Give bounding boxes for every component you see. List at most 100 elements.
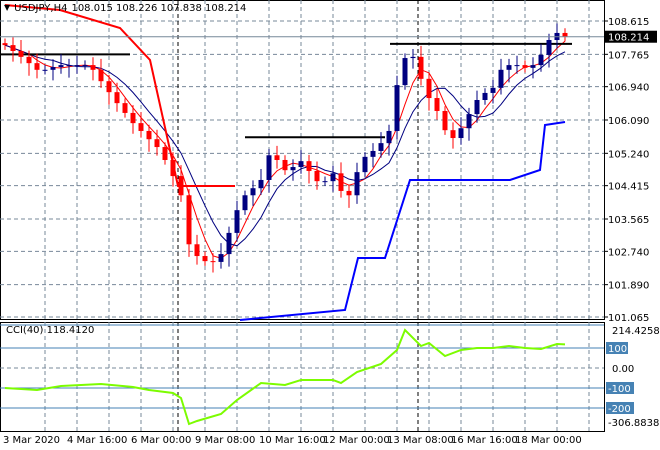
candle xyxy=(74,55,80,74)
candle xyxy=(530,57,536,79)
candle-body xyxy=(106,81,112,93)
candle xyxy=(18,40,24,64)
ohlc-label: 108.015 108.226 107.838 108.214 xyxy=(71,3,247,14)
blue-trend-channel-line xyxy=(239,121,566,321)
time-label: 9 Mar 08:00 xyxy=(195,435,255,446)
candle-body xyxy=(434,98,440,111)
candle xyxy=(250,180,256,206)
candle xyxy=(386,124,392,156)
candle-body xyxy=(490,87,496,93)
candle xyxy=(562,28,568,42)
candle xyxy=(458,117,464,145)
candle xyxy=(82,60,88,70)
cci-min-label: -306.8838 xyxy=(608,418,659,429)
time-label: 6 Mar 00:00 xyxy=(131,435,191,446)
candle-body xyxy=(42,69,48,71)
candle-body xyxy=(450,130,456,139)
time-label: 18 Mar 00:00 xyxy=(515,435,582,446)
candle-body xyxy=(234,210,240,233)
time-label: 10 Mar 16:00 xyxy=(259,435,326,446)
candle-body xyxy=(562,32,568,37)
candle-body xyxy=(322,181,328,183)
price-label: 105.240 xyxy=(608,149,649,160)
chart-window[interactable]: 108.615 107.765 106.940 106.090 105.240 104.4… xyxy=(0,0,660,450)
candle xyxy=(450,122,456,149)
candle xyxy=(194,234,200,265)
candle-body xyxy=(178,176,184,196)
candle-body xyxy=(2,43,8,46)
candle xyxy=(362,152,368,177)
candle-body xyxy=(258,179,264,189)
price-label: 106.940 xyxy=(608,83,649,94)
candle xyxy=(226,226,232,267)
candle-body xyxy=(458,128,464,139)
candle xyxy=(42,65,48,75)
candle-body xyxy=(90,65,96,70)
candle-body xyxy=(154,139,160,148)
candle-body xyxy=(354,172,360,196)
red-trend-channel-line xyxy=(4,4,235,187)
candle xyxy=(218,243,224,269)
candle-body xyxy=(506,65,512,70)
candle xyxy=(306,154,312,184)
candle-body xyxy=(194,244,200,257)
candle-body xyxy=(402,58,408,86)
candle-body xyxy=(298,161,304,168)
candle-body xyxy=(498,69,504,88)
cci-line xyxy=(4,328,566,426)
candle-body xyxy=(202,256,208,262)
time-label: 4 Mar 16:00 xyxy=(67,435,127,446)
candle xyxy=(50,59,56,81)
candle xyxy=(122,98,128,118)
candle xyxy=(418,45,424,86)
chart-header: ▼ USDJPY,H4 108.015 108.226 107.838 108.… xyxy=(4,3,246,14)
candle-body xyxy=(314,170,320,182)
price-label: 106.090 xyxy=(608,116,649,127)
cci-level-label: -200 xyxy=(608,404,631,415)
candle xyxy=(434,88,440,120)
price-chart[interactable]: 108.615 107.765 106.940 106.090 105.240 104.4… xyxy=(0,0,660,450)
candle-body xyxy=(50,67,56,70)
candle xyxy=(90,57,96,81)
candle xyxy=(274,145,280,169)
price-label: 103.565 xyxy=(608,215,649,226)
candle-body xyxy=(274,155,280,160)
candle-body xyxy=(330,173,336,182)
candle-body xyxy=(266,155,272,180)
candle-body xyxy=(58,65,64,68)
price-label: 101.065 xyxy=(608,313,649,324)
candle-body xyxy=(370,150,376,157)
candle xyxy=(482,88,488,105)
main-panel-frame xyxy=(0,0,605,320)
candle-body xyxy=(442,110,448,131)
candle xyxy=(2,38,8,50)
candle xyxy=(346,184,352,208)
candle-body xyxy=(426,78,432,99)
candle-body xyxy=(410,56,416,59)
cci-level-label: -100 xyxy=(608,384,631,395)
dropdown-triangle-icon[interactable]: ▼ xyxy=(4,3,10,14)
candle xyxy=(410,49,416,69)
slow-moving-average xyxy=(4,44,566,247)
candle-body xyxy=(346,190,352,196)
candle-body xyxy=(122,103,128,113)
cci-panel-frame xyxy=(0,322,605,432)
candle-body xyxy=(146,130,152,140)
candle-body xyxy=(138,123,144,131)
candle-body xyxy=(514,65,520,67)
candle-body xyxy=(306,161,312,171)
candle-body xyxy=(10,45,16,51)
candle-body xyxy=(482,92,488,100)
candle xyxy=(322,176,328,186)
candle xyxy=(162,142,168,165)
price-label: 104.415 xyxy=(608,182,649,193)
candle-body xyxy=(162,147,168,160)
fast-moving-average xyxy=(4,40,566,259)
candle-body xyxy=(82,65,88,67)
candle-body xyxy=(210,261,216,263)
candle-body xyxy=(530,65,536,68)
candle-body xyxy=(282,159,288,171)
candle xyxy=(442,106,448,135)
candle-body xyxy=(378,143,384,151)
candle-body xyxy=(386,130,392,144)
